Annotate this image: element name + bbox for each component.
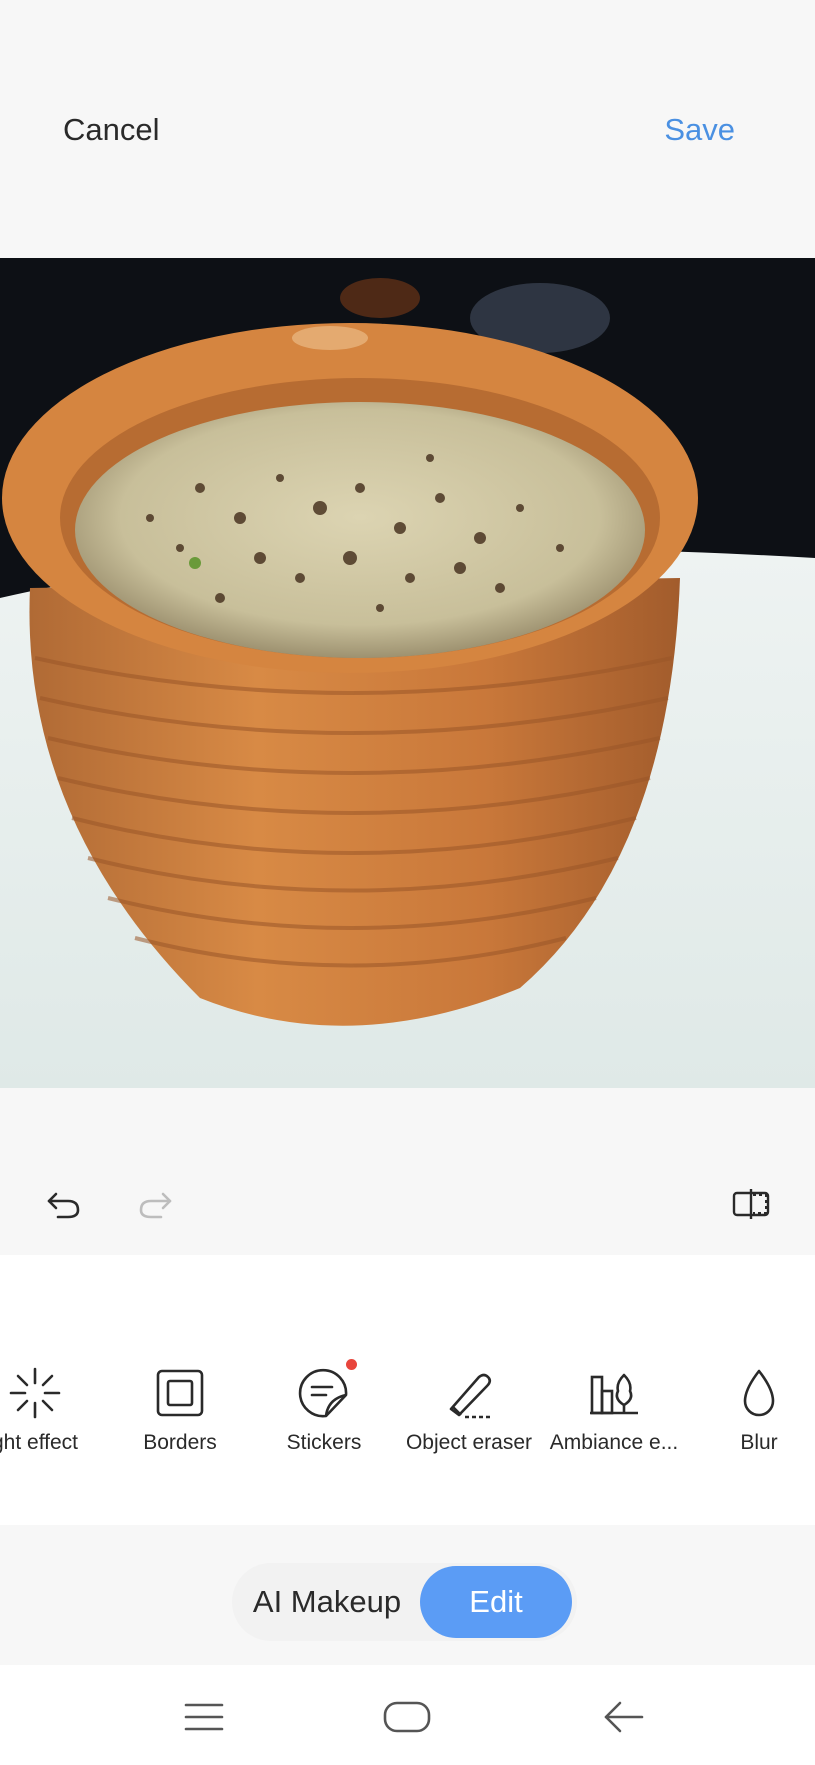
tool-object-eraser[interactable]: Object eraser	[399, 1365, 539, 1455]
undo-icon[interactable]	[44, 1184, 84, 1224]
compare-icon[interactable]	[730, 1184, 772, 1224]
tool-borders[interactable]: Borders	[110, 1365, 250, 1455]
history-bar	[0, 1088, 815, 1255]
back-icon[interactable]	[600, 1697, 646, 1737]
redo-icon[interactable]	[135, 1184, 175, 1224]
tool-label: ght effect	[0, 1431, 78, 1454]
tool-light-effect[interactable]: ght effect	[0, 1365, 105, 1455]
mode-edit[interactable]: Edit	[420, 1566, 572, 1638]
home-icon[interactable]	[382, 1697, 432, 1737]
new-badge	[346, 1359, 357, 1370]
tool-stickers[interactable]: Stickers	[254, 1359, 394, 1455]
photo-image	[0, 258, 815, 1088]
cancel-button[interactable]: Cancel	[63, 112, 160, 148]
borders-icon	[156, 1369, 204, 1417]
save-button[interactable]: Save	[664, 112, 735, 148]
system-nav-bar	[0, 1665, 815, 1765]
top-bar: Cancel Save	[0, 0, 815, 258]
tool-label: Borders	[143, 1431, 217, 1454]
tool-label: Ambiance e...	[549, 1431, 679, 1454]
mode-ai-makeup[interactable]: AI Makeup	[232, 1563, 422, 1641]
ambiance-icon	[590, 1373, 638, 1415]
mode-switch: AI Makeup Edit	[232, 1563, 577, 1641]
blur-icon	[743, 1369, 775, 1417]
light-effect-icon	[9, 1367, 61, 1419]
tools-panel: ght effect Borders Stickers Object erase…	[0, 1255, 815, 1525]
stickers-icon	[298, 1368, 348, 1418]
tool-ambiance[interactable]: Ambiance e...	[544, 1365, 684, 1455]
tool-label: Blur	[740, 1431, 778, 1454]
menu-icon[interactable]	[182, 1697, 226, 1737]
tool-label: Object eraser	[405, 1431, 533, 1454]
photo-preview[interactable]	[0, 258, 815, 1088]
tool-blur[interactable]: Blur	[689, 1365, 815, 1455]
object-eraser-icon	[449, 1373, 493, 1419]
tool-label: Stickers	[286, 1431, 362, 1454]
